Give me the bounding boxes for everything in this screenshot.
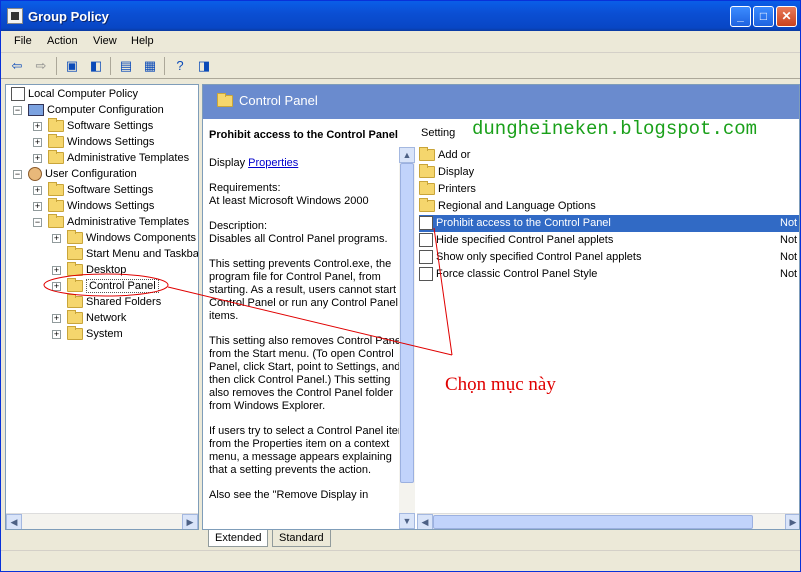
annotation-line xyxy=(433,227,453,356)
annotation-overlay xyxy=(43,227,453,356)
annotation-circle xyxy=(43,273,169,297)
watermark-text: dungheineken.blogspot.com xyxy=(472,118,758,140)
annotation-line xyxy=(167,286,453,356)
annotation-text: Chọn mục này xyxy=(445,374,556,395)
